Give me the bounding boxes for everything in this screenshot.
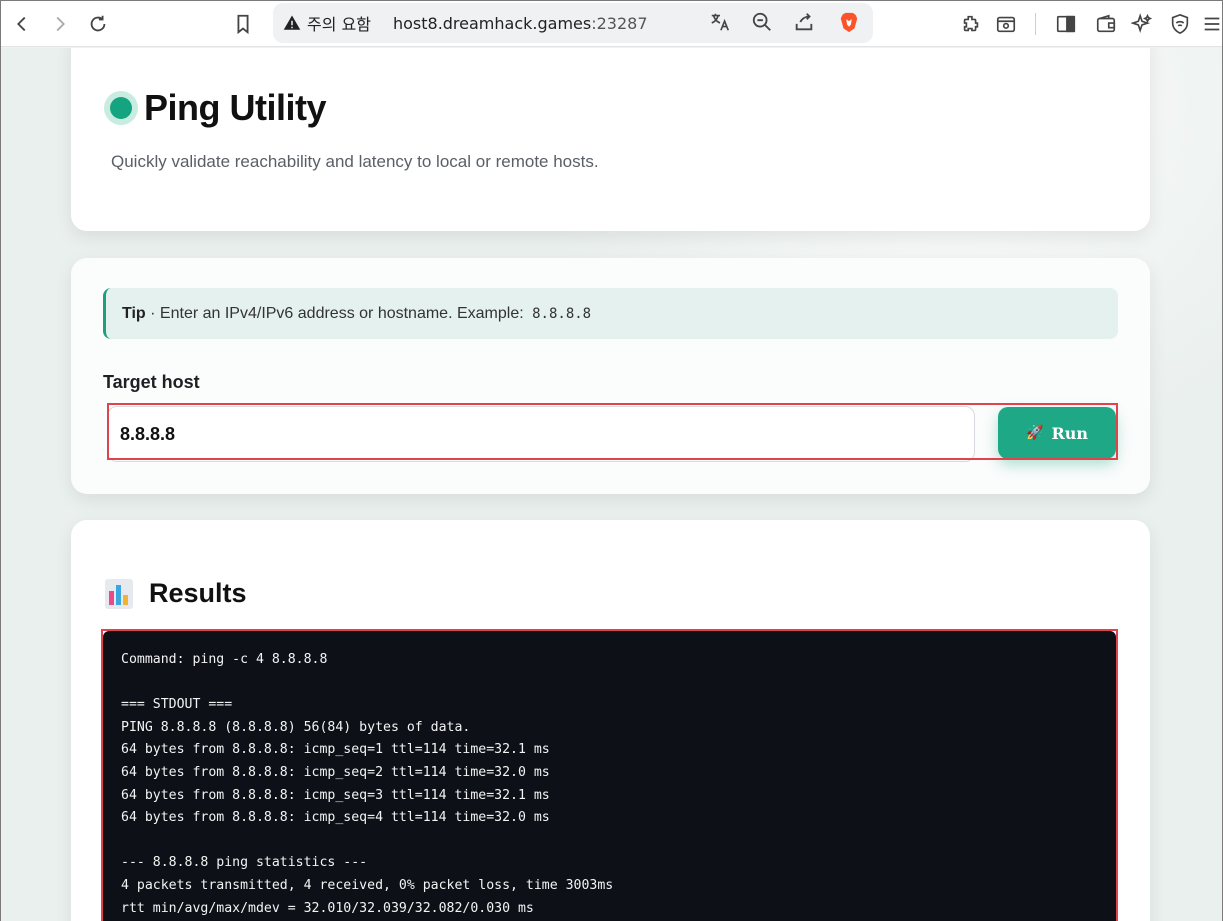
share-icon[interactable] [793,11,817,35]
target-host-label: Target host [103,372,200,392]
tip-text: · Enter an IPv4/IPv6 address or hostname… [145,304,529,322]
results-header: Results [105,578,247,609]
bookmark-icon[interactable] [228,9,258,39]
warning-icon [283,15,301,30]
address-bar[interactable]: 주의 요함 host8.dreamhack.games:23287 [273,3,873,43]
toolbar-divider [1035,13,1036,35]
wallet-icon[interactable] [1091,9,1121,39]
output-line: 64 bytes from 8.8.8.8: icmp_seq=4 ttl=11… [121,810,550,826]
run-label: Run [1051,423,1088,443]
browser-toolbar: 주의 요함 host8.dreamhack.games:23287 [1,1,1222,47]
run-button[interactable]: 🚀 Run [998,407,1116,459]
output-line: --- 8.8.8.8 ping statistics --- [121,855,368,871]
reader-icon[interactable] [991,9,1021,39]
extensions-icon[interactable] [956,9,986,39]
security-label: 주의 요함 [307,15,371,34]
output-line: 64 bytes from 8.8.8.8: icmp_seq=1 ttl=11… [121,742,550,758]
brave-shield-icon[interactable] [838,11,862,35]
translate-icon[interactable] [709,11,733,35]
results-title: Results [149,578,247,608]
vpn-shield-icon[interactable] [1165,9,1195,39]
tip-banner: Tip · Enter an IPv4/IPv6 address or host… [103,288,1118,339]
leo-ai-icon[interactable] [1127,9,1157,39]
header-card: Ping Utility Quickly validate reachabili… [71,48,1150,231]
page-content: Ping Utility Quickly validate reachabili… [1,48,1222,921]
results-output: Command: ping -c 4 8.8.8.8 === STDOUT ==… [103,631,1116,921]
forward-icon[interactable] [45,9,75,39]
url-text: host8.dreamhack.games:23287 [393,14,648,33]
output-line: 64 bytes from 8.8.8.8: icmp_seq=2 ttl=11… [121,764,550,780]
output-line: === STDOUT === [121,697,233,713]
bar-chart-icon [105,578,133,609]
output-line: PING 8.8.8.8 (8.8.8.8) 56(84) bytes of d… [121,719,471,735]
back-icon[interactable] [7,9,37,39]
reload-icon[interactable] [83,9,113,39]
output-line: 4 packets transmitted, 4 received, 0% pa… [121,877,614,893]
tip-example: 8.8.8.8 [532,305,592,322]
page-subtitle: Quickly validate reachability and latenc… [111,152,599,171]
results-card: Results Command: ping -c 4 8.8.8.8 === S… [71,520,1150,921]
tip-label: Tip [122,304,146,322]
title-row: Ping Utility [104,87,327,129]
url-host: host8.dreamhack.games [392,13,592,33]
page-title: Ping Utility [144,87,327,128]
menu-icon[interactable] [1197,9,1223,39]
url-port: :23287 [591,13,648,33]
rocket-icon: 🚀 [1026,425,1044,441]
output-line: Command: ping -c 4 8.8.8.8 [121,652,328,667]
sidebar-icon[interactable] [1051,9,1081,39]
output-line: rtt min/avg/max/mdev = 32.010/32.039/32.… [121,900,534,916]
zoom-out-icon[interactable] [751,11,775,35]
output-line: 64 bytes from 8.8.8.8: icmp_seq=3 ttl=11… [121,787,550,803]
form-card: Tip · Enter an IPv4/IPv6 address or host… [71,258,1150,494]
status-dot-icon [104,91,138,125]
target-host-input[interactable] [107,406,975,462]
